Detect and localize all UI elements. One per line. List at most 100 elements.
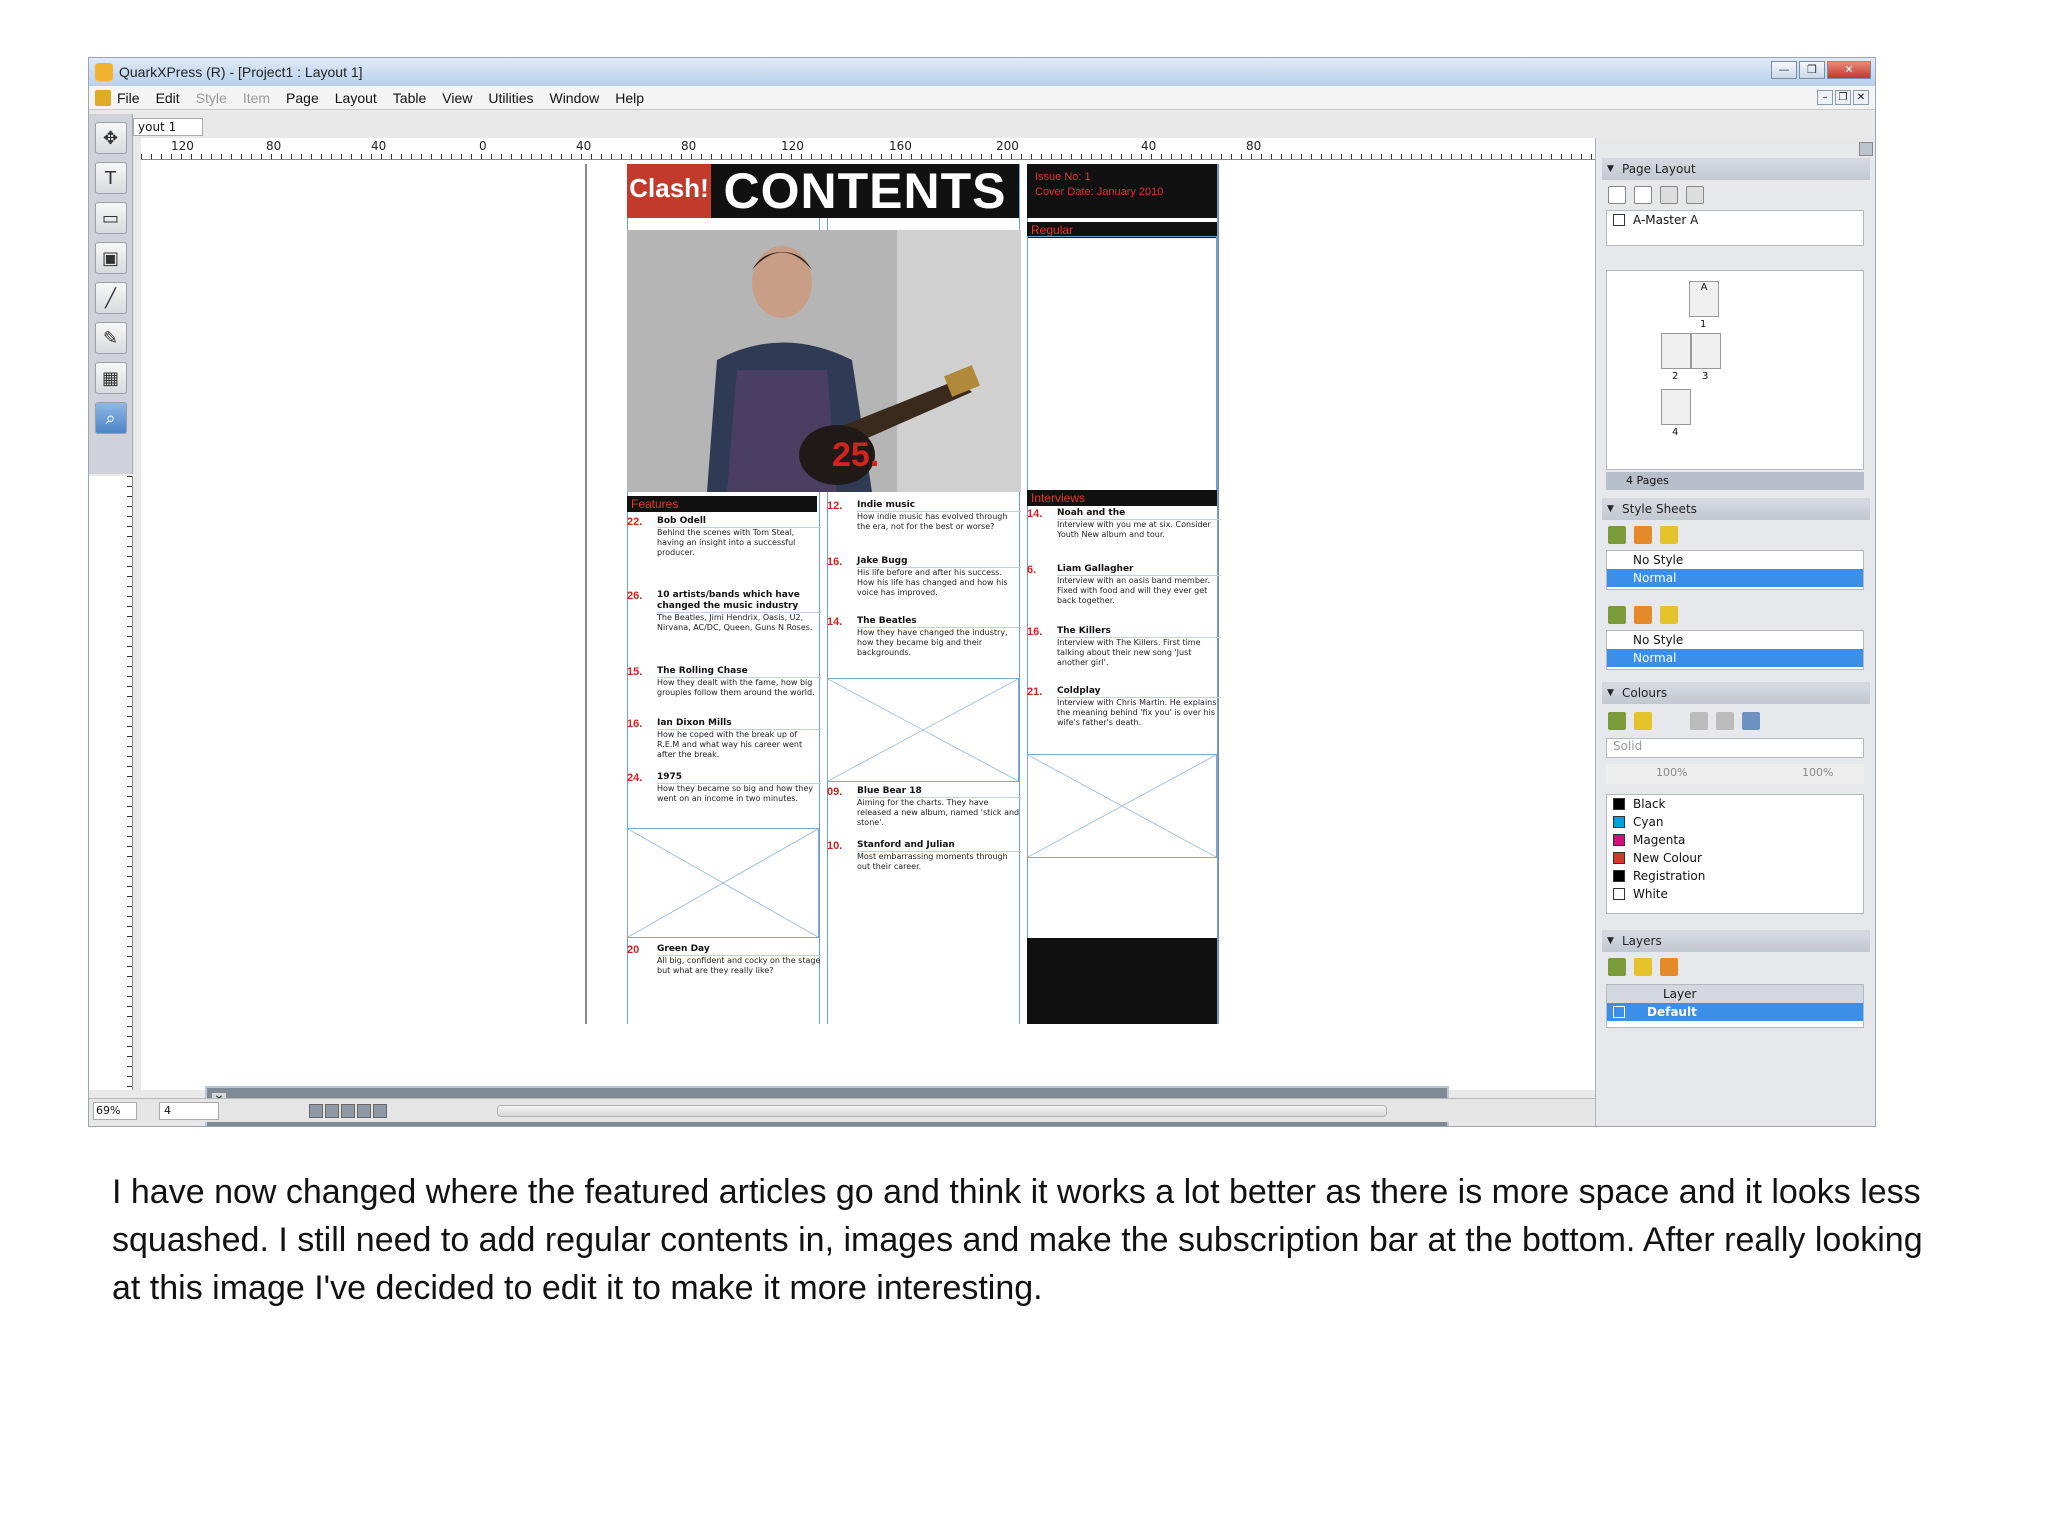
- char-style-no-style[interactable]: No Style: [1607, 631, 1863, 649]
- menu-page[interactable]: Page: [286, 90, 319, 106]
- duplicate-page-icon[interactable]: [1660, 186, 1678, 204]
- interview-entry[interactable]: 16. The Killers Interview with The Kille…: [1027, 626, 1221, 668]
- line-tool-icon[interactable]: ╱: [94, 282, 127, 314]
- zoom-field[interactable]: 69%: [93, 1101, 137, 1120]
- new-colour-icon[interactable]: [1608, 712, 1626, 730]
- middle-entry[interactable]: 16. Jake Bugg His life before and after …: [827, 556, 1021, 598]
- fill-type-select[interactable]: Solid: [1606, 738, 1864, 758]
- interview-entry[interactable]: 6. Liam Gallagher Interview with an oasi…: [1027, 564, 1221, 606]
- doc-close-button[interactable]: ✕: [1853, 90, 1869, 105]
- cover-photo[interactable]: 25.: [627, 230, 1021, 492]
- zoom-tool-icon[interactable]: ⌕: [94, 402, 127, 434]
- menu-layout[interactable]: Layout: [335, 90, 377, 106]
- shade-value[interactable]: 100%: [1656, 766, 1687, 779]
- eye-icon[interactable]: [1613, 1006, 1625, 1018]
- page-thumbnails[interactable]: A 1 2 3 4: [1606, 270, 1864, 470]
- close-icon[interactable]: [1859, 142, 1873, 156]
- middle-entry[interactable]: 14. The Beatles How they have changed th…: [827, 616, 1021, 658]
- colour-item-black[interactable]: Black: [1607, 795, 1863, 813]
- new-char-style-icon[interactable]: [1608, 606, 1626, 624]
- menu-help[interactable]: Help: [615, 90, 644, 106]
- next-page-icon[interactable]: [325, 1103, 339, 1118]
- page-thumbnail-icon[interactable]: [341, 1103, 355, 1118]
- interview-entry[interactable]: 21. Coldplay Interview with Chris Martin…: [1027, 686, 1221, 728]
- horizontal-ruler[interactable]: 120 80 40 0 40 80 120 160 200 40 80: [141, 138, 1675, 160]
- edit-style-icon[interactable]: [1634, 526, 1652, 544]
- edit-char-style-icon[interactable]: [1634, 606, 1652, 624]
- middle-entry[interactable]: 09. Blue Bear 18 Aiming for the charts. …: [827, 786, 1021, 828]
- menu-view[interactable]: View: [442, 90, 472, 106]
- style-sheets-palette-header[interactable]: Style Sheets: [1602, 498, 1870, 520]
- layout-tab[interactable]: yout 1: [133, 118, 203, 136]
- char-style-normal[interactable]: Normal: [1607, 649, 1863, 667]
- magazine-logo[interactable]: Clash!: [627, 164, 711, 218]
- doc-restore-button[interactable]: ❐: [1835, 90, 1851, 105]
- menu-edit[interactable]: Edit: [156, 90, 180, 106]
- picture-box-tool-icon[interactable]: ▣: [94, 242, 127, 274]
- new-style-icon[interactable]: [1608, 526, 1626, 544]
- para-style-no-style[interactable]: No Style: [1607, 551, 1863, 569]
- character-styles-list[interactable]: No Style Normal: [1606, 630, 1864, 670]
- new-layer-icon[interactable]: [1608, 958, 1626, 976]
- layer-default[interactable]: Default: [1607, 1003, 1863, 1021]
- picture-box-placeholder[interactable]: [827, 678, 1019, 782]
- opacity-value[interactable]: 100%: [1802, 766, 1833, 779]
- issue-info-box[interactable]: Issue No: 1 Cover Date: January 2010: [1027, 164, 1217, 218]
- menu-item[interactable]: Item: [243, 90, 270, 106]
- interview-entry[interactable]: 14. Noah and the Interview with you me a…: [1027, 508, 1221, 540]
- paragraph-styles-list[interactable]: No Style Normal: [1606, 550, 1864, 590]
- colour-item-cyan[interactable]: Cyan: [1607, 813, 1863, 831]
- contents-page[interactable]: Clash! CONTENTS Issue No: 1 Cover Date: …: [585, 164, 1221, 1024]
- layers-list[interactable]: Layer Default: [1606, 984, 1864, 1028]
- feature-entry[interactable]: 24. 1975 How they became so big and how …: [627, 772, 821, 804]
- colours-palette-header[interactable]: Colours: [1602, 682, 1870, 704]
- delete-page-icon[interactable]: [1686, 186, 1704, 204]
- background-colour-icon[interactable]: [1742, 712, 1760, 730]
- doc-minimize-button[interactable]: –: [1817, 90, 1833, 105]
- feature-entry[interactable]: 26. 10 artists/bands which have changed …: [627, 590, 821, 633]
- document-icon[interactable]: [95, 89, 111, 106]
- para-style-normal[interactable]: Normal: [1607, 569, 1863, 587]
- item-tool-icon[interactable]: ✥: [94, 122, 127, 154]
- close-button[interactable]: ✕: [1827, 61, 1871, 79]
- picture-content-tool-icon[interactable]: ▭: [94, 202, 127, 234]
- page-thumbnail-icon[interactable]: [373, 1103, 387, 1118]
- middle-entry[interactable]: 10. Stanford and Julian Most embarrassin…: [827, 840, 1021, 872]
- feature-entry[interactable]: 22. Bob Odell Behind the scenes with Tom…: [627, 516, 821, 558]
- colour-item-new-colour[interactable]: New Colour: [1607, 849, 1863, 867]
- interviews-section-bar[interactable]: Interviews: [1027, 490, 1217, 506]
- regular-column-frame[interactable]: [1027, 236, 1217, 492]
- table-tool-icon[interactable]: ▦: [94, 362, 127, 394]
- edit-colour-icon[interactable]: [1634, 712, 1652, 730]
- page-thumbnail-icon[interactable]: [357, 1103, 371, 1118]
- horizontal-scrollbar[interactable]: [497, 1104, 1387, 1117]
- menu-utilities[interactable]: Utilities: [488, 90, 533, 106]
- picture-box-placeholder[interactable]: [627, 828, 819, 938]
- frame-colour-icon[interactable]: [1690, 712, 1708, 730]
- picture-box-placeholder[interactable]: [1027, 754, 1217, 858]
- prev-page-icon[interactable]: [309, 1103, 323, 1118]
- facing-page-icon[interactable]: [1634, 186, 1652, 204]
- feature-entry[interactable]: 16. Ian Dixon Mills How he coped with th…: [627, 718, 821, 760]
- page-layout-palette-header[interactable]: Page Layout: [1602, 158, 1870, 180]
- menu-window[interactable]: Window: [549, 90, 599, 106]
- menu-file[interactable]: File: [117, 90, 140, 106]
- text-content-tool-icon[interactable]: T: [94, 162, 127, 194]
- vertical-ruler[interactable]: [89, 476, 133, 1090]
- page-thumbnail-a[interactable]: A: [1689, 281, 1719, 317]
- colours-list[interactable]: Black Cyan Magenta New Colour Registrati…: [1606, 794, 1864, 914]
- colour-item-white[interactable]: White: [1607, 885, 1863, 903]
- contents-heading[interactable]: CONTENTS: [711, 164, 1019, 218]
- feature-entry[interactable]: 20 Green Day All big, confident and cock…: [627, 944, 821, 976]
- menu-style[interactable]: Style: [196, 90, 227, 106]
- master-pages-list[interactable]: A-Master A: [1606, 210, 1864, 246]
- move-item-layer-icon[interactable]: [1634, 958, 1652, 976]
- maximize-button[interactable]: ❐: [1799, 61, 1825, 79]
- pen-tool-icon[interactable]: ✎: [94, 322, 127, 354]
- layout-canvas[interactable]: Clash! CONTENTS Issue No: 1 Cover Date: …: [141, 160, 1675, 1126]
- feature-entry[interactable]: 15. The Rolling Chase How they dealt wit…: [627, 666, 821, 698]
- page-number-field[interactable]: 4: [159, 1101, 219, 1120]
- colour-item-registration[interactable]: Registration: [1607, 867, 1863, 885]
- minimize-button[interactable]: —: [1771, 61, 1797, 79]
- colour-item-magenta[interactable]: Magenta: [1607, 831, 1863, 849]
